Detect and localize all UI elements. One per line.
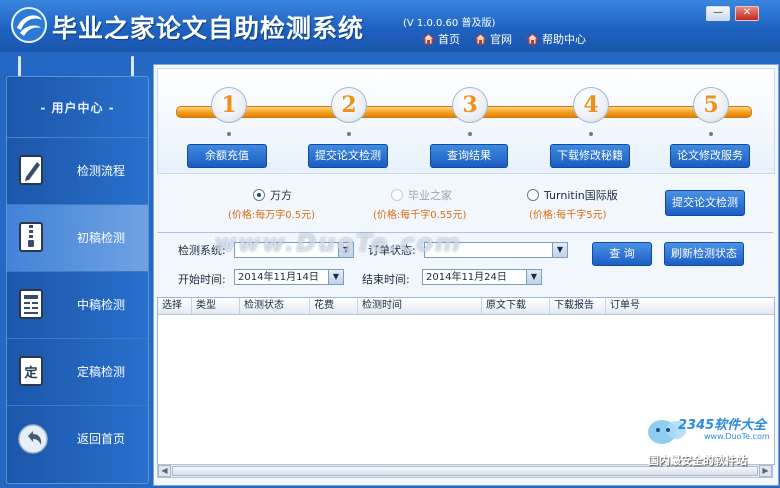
nav-home-label: 首页 xyxy=(438,33,460,46)
sidebar-item-label: 中稿检测 xyxy=(77,298,126,312)
option-price: (价格:每千字0.55元) xyxy=(373,210,467,221)
nav-help-label: 帮助中心 xyxy=(542,33,586,46)
close-button[interactable]: ✕ xyxy=(735,6,759,21)
house-icon xyxy=(422,33,435,45)
option-turnitin[interactable]: Turnitin国际版 xyxy=(527,187,618,203)
step-download-tips-button[interactable]: 下载修改秘籍 xyxy=(550,144,630,168)
detection-options: 万方 (价格:每万字0.5元) 毕业之家 (价格:每千字0.55元) Turni… xyxy=(157,177,773,227)
column-header[interactable]: 订单号 xyxy=(606,298,772,314)
start-date-picker[interactable]: 2014年11月14日 ▼ xyxy=(234,269,344,285)
top-nav: 首页 官网 帮助中心 xyxy=(422,31,586,47)
column-header[interactable]: 下载报告 xyxy=(550,298,606,314)
step-number-2: 2 xyxy=(331,87,367,136)
pencil-document-icon xyxy=(19,155,43,185)
sidebar-item-label: 初稿检测 xyxy=(77,231,126,245)
option-label: 毕业之家 xyxy=(408,189,452,202)
end-date-value: 2014年11月24日 xyxy=(426,272,507,283)
nav-official-label: 官网 xyxy=(490,33,512,46)
newspaper-document-icon xyxy=(19,289,43,319)
sidebar-item-back-home[interactable]: 返回首页 xyxy=(7,406,148,472)
step-number-5: 5 xyxy=(693,87,729,136)
chevron-down-icon[interactable]: ▼ xyxy=(328,270,343,284)
radio-selected[interactable] xyxy=(253,189,265,201)
brand-url-watermark: www.DuoTe.com xyxy=(704,432,770,441)
sidebar-item-label: 定稿检测 xyxy=(77,365,126,379)
refresh-status-button[interactable]: 刷新检测状态 xyxy=(664,242,744,266)
version-label: (V 1.0.0.60 普及版) xyxy=(403,18,496,29)
option-price: (价格:每千字5元) xyxy=(529,210,607,221)
sidebar-heading: - 用户中心 - xyxy=(7,77,148,138)
column-header[interactable]: 选择 xyxy=(158,298,192,314)
option-price: (价格:每万字0.5元) xyxy=(228,210,316,221)
chevron-down-icon[interactable]: ▼ xyxy=(526,270,541,284)
column-header[interactable]: 检测时间 xyxy=(358,298,482,314)
option-label: Turnitin国际版 xyxy=(544,189,618,202)
zipper-document-icon xyxy=(19,222,43,252)
column-header[interactable]: 原文下载 xyxy=(482,298,550,314)
step-recharge-button[interactable]: 余额充值 xyxy=(187,144,267,168)
scroll-left-icon[interactable]: ◀ xyxy=(158,465,171,477)
step-submit-button[interactable]: 提交论文检测 xyxy=(308,144,388,168)
brand-watermark: 2345软件大全 xyxy=(678,418,767,433)
query-button[interactable]: 查 询 xyxy=(592,242,652,266)
app-title: 毕业之家论文自助检测系统 xyxy=(52,14,365,43)
sidebar-item-final-draft[interactable]: 定 定稿检测 xyxy=(7,339,148,406)
end-date-picker[interactable]: 2014年11月24日 ▼ xyxy=(422,269,542,285)
slogan-watermark: 国内最安全的软件站 xyxy=(648,454,747,467)
option-wanfang[interactable]: 万方 xyxy=(253,187,292,203)
ding-glyph: 定 xyxy=(23,365,37,381)
start-time-label: 开始时间: xyxy=(178,273,226,286)
back-arrow-icon xyxy=(18,424,48,454)
sidebar-item-process[interactable]: 检测流程 xyxy=(7,138,148,205)
sidebar-item-label: 检测流程 xyxy=(77,164,126,178)
step-number-4: 4 xyxy=(573,87,609,136)
minimize-button[interactable]: — xyxy=(706,6,730,21)
house-icon xyxy=(526,33,539,45)
steps-panel: 1 2 3 4 5 余额充值 提交论文检测 查询结果 下载修改秘籍 论文修改服务 xyxy=(157,68,775,174)
chevron-down-icon[interactable]: ▼ xyxy=(552,243,567,257)
column-header[interactable]: 花费 xyxy=(310,298,358,314)
column-header[interactable]: 检测状态 xyxy=(240,298,310,314)
nav-official-link[interactable]: 官网 xyxy=(474,31,512,47)
nav-help-link[interactable]: 帮助中心 xyxy=(526,31,586,47)
sidebar-item-label: 返回首页 xyxy=(77,432,126,446)
option-label: 万方 xyxy=(270,189,292,202)
title-bar: 毕业之家论文自助检测系统 (V 1.0.0.60 普及版) 首页 官网 帮助中心… xyxy=(0,0,780,52)
app-logo-icon xyxy=(11,7,47,43)
end-time-label: 结束时间: xyxy=(362,273,410,286)
step-number-3: 3 xyxy=(452,87,488,136)
table-header: 选择 类型 检测状态 花费 检测时间 原文下载 下载报告 订单号 xyxy=(158,298,774,315)
radio-unselected[interactable] xyxy=(391,189,403,201)
house-icon xyxy=(474,33,487,45)
start-date-value: 2014年11月14日 xyxy=(238,272,319,283)
ding-document-icon: 定 xyxy=(19,356,43,386)
site-watermark: www.DuoTe.com xyxy=(214,229,462,257)
step-query-button[interactable]: 查询结果 xyxy=(430,144,508,168)
step-revision-service-button[interactable]: 论文修改服务 xyxy=(670,144,750,168)
radio-unselected[interactable] xyxy=(527,189,539,201)
sidebar-item-first-draft[interactable]: 初稿检测 xyxy=(7,205,148,272)
submit-paper-button[interactable]: 提交论文检测 xyxy=(665,190,745,216)
option-biyezhijia[interactable]: 毕业之家 xyxy=(391,187,452,203)
sidebar-item-mid-draft[interactable]: 中稿检测 xyxy=(7,272,148,339)
nav-home-link[interactable]: 首页 xyxy=(422,31,460,47)
column-header[interactable]: 类型 xyxy=(192,298,240,314)
sidebar: - 用户中心 - 检测流程 初稿检测 中稿检测 定 定稿检测 返回首页 xyxy=(6,76,149,484)
step-number-1: 1 xyxy=(211,87,247,136)
